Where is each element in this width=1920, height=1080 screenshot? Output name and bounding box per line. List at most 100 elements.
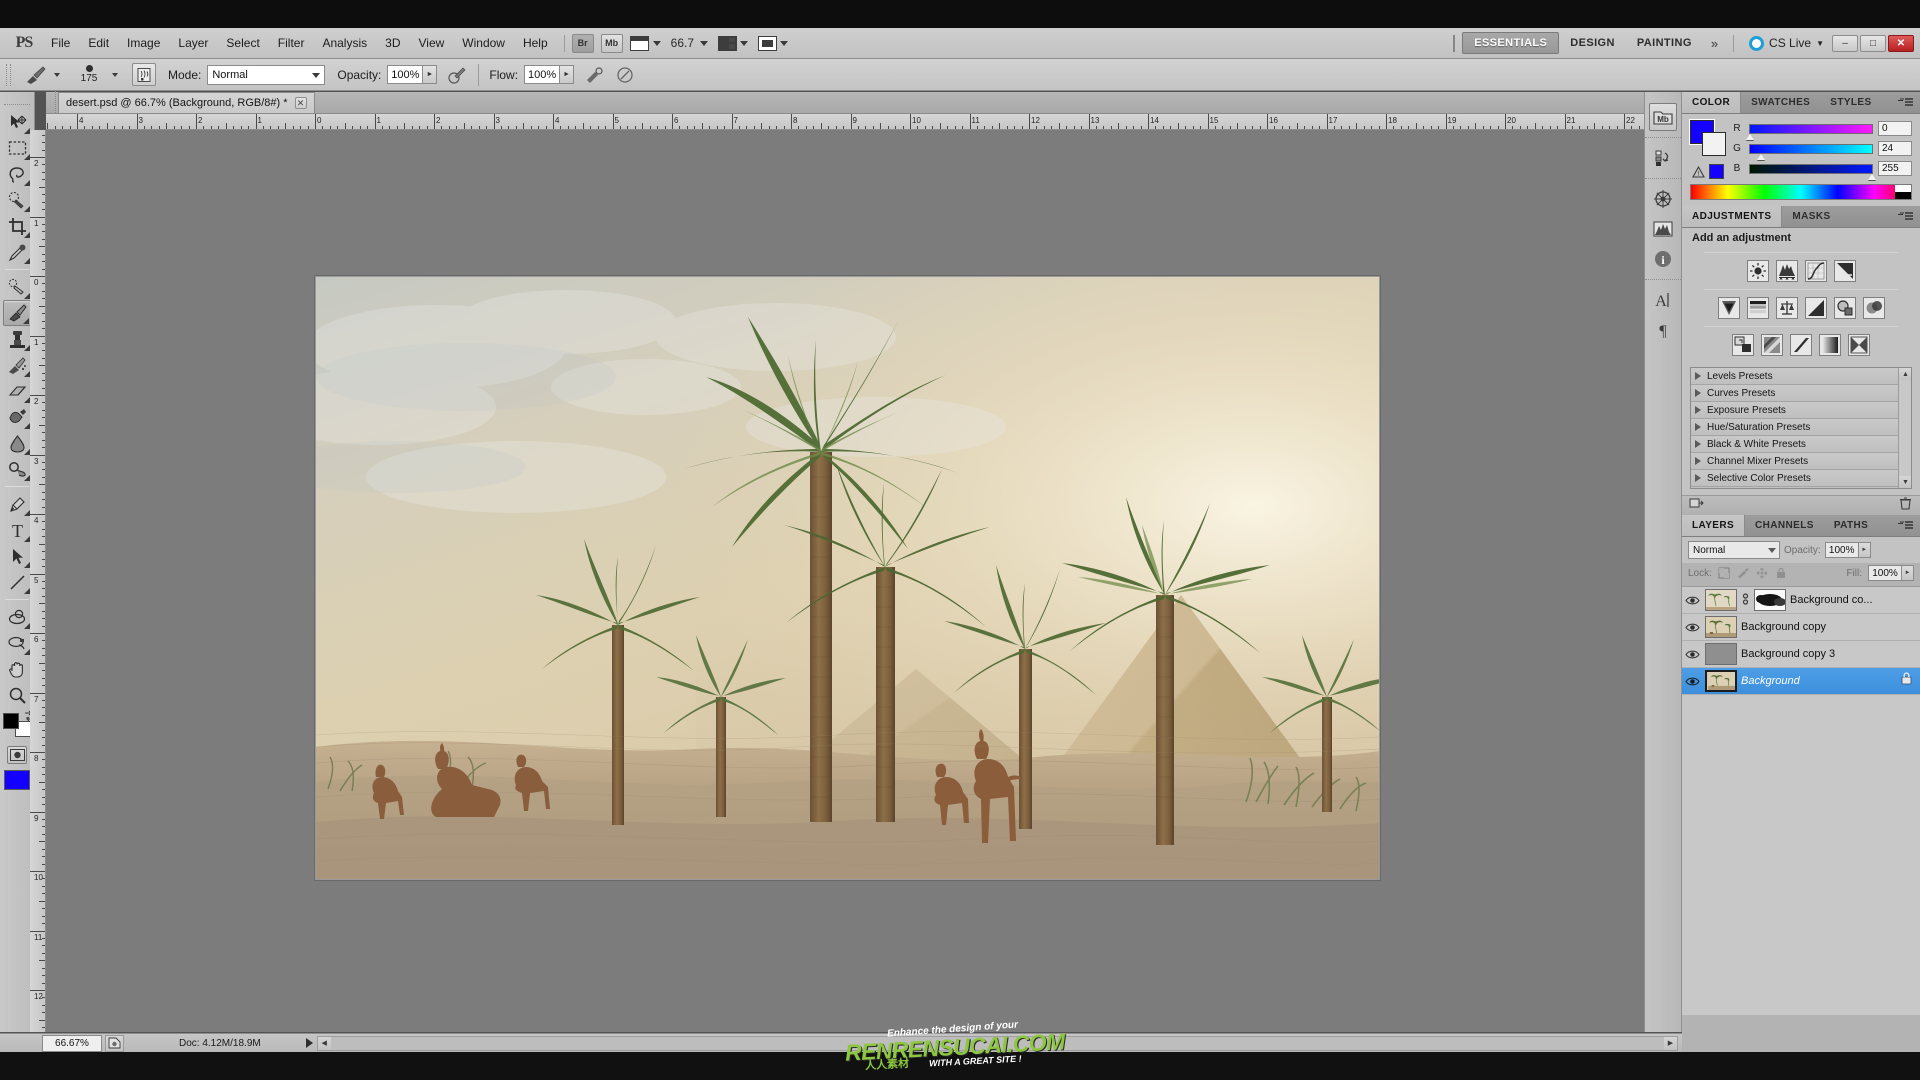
layer-mask-thumbnail[interactable] — [1754, 589, 1786, 611]
brush-tool[interactable] — [3, 300, 31, 326]
menu-filter[interactable]: Filter — [269, 32, 314, 54]
3d-camera-rotate-tool[interactable] — [3, 630, 31, 656]
list-item[interactable]: Curves Presets — [1691, 385, 1898, 402]
menu-edit[interactable]: Edit — [79, 32, 118, 54]
menu-view[interactable]: View — [409, 32, 453, 54]
presets-scrollbar[interactable]: ▲ ▼ — [1898, 368, 1911, 488]
menu-help[interactable]: Help — [514, 32, 557, 54]
hscroll-right-icon[interactable]: ▶ — [1664, 1036, 1677, 1050]
color-panel-menu-button[interactable] — [1898, 92, 1920, 113]
layer-name[interactable]: Background co... — [1790, 594, 1873, 606]
menu-image[interactable]: Image — [118, 32, 169, 54]
layer-blend-mode-select[interactable]: Normal — [1688, 541, 1780, 559]
lock-transparent-pixels-icon[interactable] — [1718, 567, 1731, 580]
expand-chevron-icon[interactable] — [1695, 474, 1701, 482]
lock-image-pixels-icon[interactable] — [1737, 567, 1750, 580]
list-item[interactable]: Hue/Saturation Presets — [1691, 419, 1898, 436]
healing-brush-tool[interactable] — [3, 274, 31, 300]
selective-color-icon[interactable] — [1848, 334, 1870, 356]
minimize-button[interactable]: – — [1832, 34, 1858, 52]
brush-size-indicator[interactable]: 175 — [69, 65, 109, 84]
layer-thumbnail[interactable] — [1705, 589, 1737, 611]
layers-panel-menu-button[interactable] — [1898, 515, 1920, 536]
restore-button[interactable]: □ — [1860, 34, 1886, 52]
history-icon[interactable] — [1649, 144, 1677, 172]
channel-mixer-icon[interactable] — [1862, 297, 1885, 319]
opacity-input[interactable]: 100% — [387, 65, 424, 84]
move-tool[interactable] — [3, 109, 31, 135]
layer-opacity-input[interactable]: 100% — [1824, 542, 1859, 558]
invert-icon[interactable] — [1732, 334, 1754, 356]
document-tab-grip[interactable] — [46, 91, 56, 113]
eraser-tool[interactable] — [3, 378, 31, 404]
tab-styles[interactable]: STYLES — [1820, 92, 1881, 113]
navigator-icon[interactable] — [1649, 185, 1677, 213]
image-canvas[interactable] — [315, 276, 1380, 880]
mini-bridge-icon[interactable]: Mb — [1649, 103, 1677, 131]
history-brush-tool[interactable] — [3, 352, 31, 378]
channel-value-g[interactable]: 24 — [1878, 141, 1912, 156]
canvas-workspace[interactable] — [46, 130, 1682, 1032]
posterize-icon[interactable] — [1761, 334, 1783, 356]
layer-thumbnail[interactable] — [1705, 643, 1737, 665]
flow-stepper[interactable]: ► — [560, 65, 575, 84]
expand-chevron-icon[interactable] — [1695, 457, 1701, 465]
menu-select[interactable]: Select — [217, 32, 268, 54]
table-row[interactable]: Background — [1682, 668, 1920, 695]
zoom-chevron-icon[interactable] — [700, 40, 709, 46]
pen-tool[interactable] — [3, 491, 31, 517]
tab-swatches[interactable]: SWATCHES — [1741, 92, 1820, 113]
expand-chevron-icon[interactable] — [1695, 423, 1701, 431]
expand-chevron-icon[interactable] — [1695, 406, 1701, 414]
workspace-painting[interactable]: PAINTING — [1626, 33, 1703, 53]
layer-visibility-icon[interactable] — [1684, 676, 1701, 687]
lock-position-icon[interactable] — [1756, 567, 1769, 580]
threshold-icon[interactable] — [1790, 334, 1812, 356]
color-spectrum-ramp[interactable] — [1690, 184, 1912, 200]
quick-selection-tool[interactable] — [3, 187, 31, 213]
layer-fill-stepper[interactable]: ► — [1902, 565, 1914, 581]
vertical-ruler[interactable]: 321012345678910111213 — [30, 130, 46, 1032]
toggle-brush-panel-button[interactable] — [132, 63, 156, 86]
close-button[interactable]: ✕ — [1888, 34, 1914, 52]
workspace-grip[interactable] — [1453, 34, 1456, 52]
levels-icon[interactable] — [1775, 260, 1798, 282]
expand-chevron-icon[interactable] — [1695, 372, 1701, 380]
channel-slider-r[interactable] — [1746, 123, 1873, 140]
options-bar-grip[interactable] — [6, 63, 11, 86]
channel-thumb-r[interactable] — [1746, 133, 1754, 140]
layer-visibility-icon[interactable] — [1684, 649, 1701, 660]
adjustment-presets-list[interactable]: Levels Presets Curves Presets Exposure Pre… — [1690, 367, 1912, 489]
hue-saturation-icon[interactable] — [1746, 297, 1769, 319]
view-extras-icon[interactable] — [629, 35, 649, 51]
airbrush-toggle-icon[interactable] — [583, 64, 605, 86]
exposure-icon[interactable] — [1833, 260, 1856, 282]
launch-mini-bridge-button[interactable]: Mb — [600, 33, 623, 53]
clone-stamp-tool[interactable] — [3, 326, 31, 352]
tab-color[interactable]: COLOR — [1682, 92, 1742, 113]
tab-adjustments[interactable]: ADJUSTMENTS — [1682, 206, 1783, 227]
menu-layer[interactable]: Layer — [169, 32, 217, 54]
document-tab[interactable]: desert.psd @ 66.7% (Background, RGB/8#) … — [58, 92, 315, 113]
foreground-background-swatches[interactable] — [2, 710, 33, 738]
brush-preset-chevron-icon[interactable] — [54, 72, 60, 77]
presets-scroll-down-icon[interactable]: ▼ — [1899, 476, 1911, 488]
color-balance-icon[interactable] — [1775, 297, 1798, 319]
tablet-pressure-toggle-icon[interactable] — [614, 64, 636, 86]
brightness-contrast-icon[interactable] — [1746, 260, 1769, 282]
lock-all-icon[interactable] — [1775, 567, 1788, 580]
color-swatch-pair[interactable] — [1690, 120, 1726, 156]
delete-adjustment-layer-icon[interactable] — [1898, 496, 1913, 515]
channel-slider-g[interactable] — [1749, 143, 1873, 160]
arrange-chevron-icon[interactable] — [740, 40, 749, 46]
layer-thumbnail[interactable] — [1705, 616, 1737, 638]
presets-scroll-up-icon[interactable]: ▲ — [1899, 368, 1911, 380]
table-row[interactable]: Background copy — [1682, 614, 1920, 641]
opacity-pressure-toggle-icon[interactable] — [446, 64, 468, 86]
opacity-stepper[interactable]: ► — [423, 65, 438, 84]
tab-masks[interactable]: MASKS — [1782, 206, 1840, 227]
menu-analysis[interactable]: Analysis — [313, 32, 376, 54]
list-item[interactable]: Channel Mixer Presets — [1691, 453, 1898, 470]
channel-value-r[interactable]: 0 — [1878, 121, 1912, 136]
crop-tool[interactable] — [3, 213, 31, 239]
